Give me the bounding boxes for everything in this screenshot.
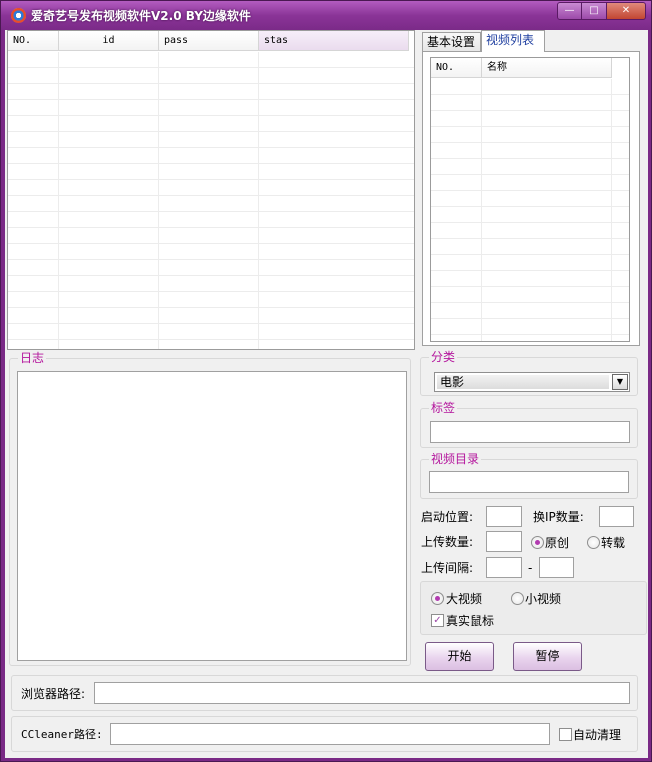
original-label[interactable]: 原创 (545, 536, 569, 550)
auto-clean-label[interactable]: 自动清理 (573, 728, 621, 742)
column-divider (58, 52, 59, 349)
small-video-label[interactable]: 小视频 (525, 592, 561, 606)
ccleaner-path-label: CCleaner路径: (21, 728, 103, 741)
start-button[interactable]: 开始 (425, 642, 494, 671)
column-divider (481, 79, 482, 341)
maximize-button[interactable]: □ (581, 2, 607, 20)
ccleaner-path-input[interactable] (110, 723, 550, 745)
large-video-radio[interactable] (431, 592, 444, 605)
main-window: 爱奇艺号发布视频软件V2.0 BY边缘软件 — □ ✕ NO. id pass … (0, 0, 652, 762)
interval-separator: - (528, 561, 533, 575)
browser-path-input[interactable] (94, 682, 630, 704)
change-ip-label: 换IP数量: (533, 510, 584, 524)
real-mouse-label[interactable]: 真实鼠标 (446, 614, 494, 628)
change-ip-input[interactable] (599, 506, 634, 527)
video-dir-label: 视频目录 (429, 452, 482, 466)
accounts-list-body (8, 52, 414, 349)
tags-label: 标签 (429, 401, 458, 415)
video-list[interactable]: NO. 名称 (430, 57, 630, 342)
column-id[interactable]: id (59, 31, 159, 51)
browser-path-group: 浏览器路径: (11, 675, 638, 711)
column-divider (258, 52, 259, 349)
title-bar[interactable]: 爱奇艺号发布视频软件V2.0 BY边缘软件 — □ ✕ (1, 1, 651, 30)
column-no[interactable]: NO. (431, 58, 482, 78)
tab-basic-settings[interactable]: 基本设置 (422, 32, 481, 52)
column-divider (611, 79, 612, 341)
large-video-label[interactable]: 大视频 (446, 592, 482, 606)
category-label: 分类 (429, 350, 458, 364)
real-mouse-checkbox[interactable]: ✓ (431, 614, 444, 627)
log-textarea[interactable] (17, 371, 407, 661)
video-dir-group: 视频目录 (420, 452, 638, 499)
start-position-label: 启动位置: (421, 510, 474, 524)
column-stas[interactable]: stas (259, 31, 409, 51)
minimize-button[interactable]: — (557, 2, 582, 20)
accounts-list[interactable]: NO. id pass stas (7, 30, 415, 350)
category-value: 电影 (437, 375, 609, 389)
column-name[interactable]: 名称 (482, 58, 612, 78)
video-list-header: NO. 名称 (431, 58, 612, 78)
repost-label[interactable]: 转载 (601, 536, 625, 550)
upload-count-label: 上传数量: (421, 535, 474, 549)
auto-clean-checkbox[interactable] (559, 728, 572, 741)
original-radio[interactable] (531, 536, 544, 549)
log-label: 日志 (18, 351, 47, 365)
upload-count-input[interactable] (486, 531, 522, 552)
video-options-group: 大视频 小视频 ✓ 真实鼠标 (420, 581, 647, 635)
tab-panel-video-list: NO. 名称 (422, 51, 640, 346)
upload-interval-label: 上传间隔: (421, 561, 474, 575)
accounts-list-header: NO. id pass stas (8, 31, 409, 51)
column-no[interactable]: NO. (8, 31, 59, 51)
repost-radio[interactable] (587, 536, 600, 549)
app-logo-icon (11, 8, 26, 23)
video-dir-input[interactable] (429, 471, 629, 493)
start-position-input[interactable] (486, 506, 522, 527)
tags-group: 标签 (420, 401, 638, 448)
interval-min-input[interactable] (486, 557, 522, 578)
category-select[interactable]: 电影 ▼ (434, 372, 630, 392)
close-button[interactable]: ✕ (606, 2, 646, 20)
chevron-down-icon[interactable]: ▼ (612, 374, 628, 390)
client-area: NO. id pass stas 基本设置 视频列表 NO. 名称 日志 分类 … (5, 30, 648, 758)
column-pass[interactable]: pass (159, 31, 259, 51)
browser-path-label: 浏览器路径: (21, 687, 86, 701)
tab-video-list[interactable]: 视频列表 (481, 30, 545, 52)
pause-button[interactable]: 暂停 (513, 642, 582, 671)
interval-max-input[interactable] (539, 557, 574, 578)
video-list-body (431, 79, 629, 341)
tags-input[interactable] (430, 421, 630, 443)
window-title: 爱奇艺号发布视频软件V2.0 BY边缘软件 (31, 9, 251, 23)
small-video-radio[interactable] (511, 592, 524, 605)
ccleaner-path-group: CCleaner路径: 自动清理 (11, 716, 638, 752)
log-group: 日志 (9, 351, 411, 666)
column-divider (158, 52, 159, 349)
category-group: 分类 电影 ▼ (420, 350, 638, 396)
